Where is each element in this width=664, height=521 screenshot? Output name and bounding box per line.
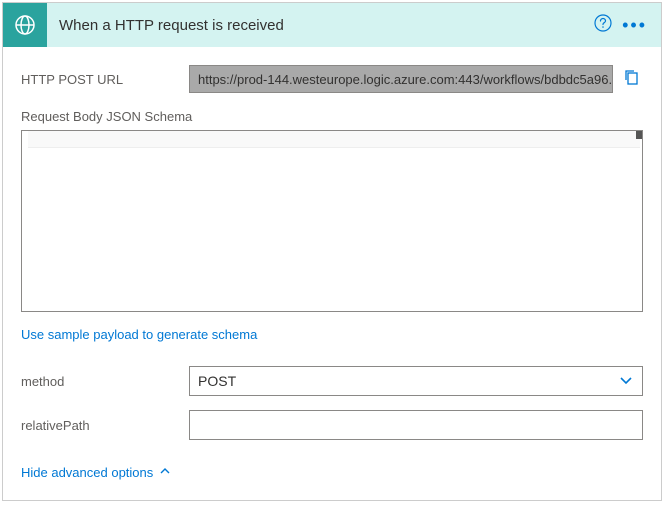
chevron-up-icon: [159, 465, 171, 480]
relativepath-input[interactable]: [189, 410, 643, 440]
url-label: HTTP POST URL: [21, 72, 189, 87]
request-body-schema-input[interactable]: [21, 130, 643, 312]
method-label: method: [21, 374, 189, 389]
http-trigger-icon: [3, 3, 47, 47]
copy-url-button[interactable]: [621, 66, 643, 93]
schema-label: Request Body JSON Schema: [21, 109, 643, 124]
method-value: POST: [198, 373, 236, 389]
help-icon[interactable]: [590, 10, 616, 41]
trigger-header: When a HTTP request is received •••: [3, 3, 661, 47]
chevron-down-icon: [618, 372, 634, 391]
method-select[interactable]: POST: [189, 366, 643, 396]
http-post-url-field: https://prod-144.westeurope.logic.azure.…: [189, 65, 613, 93]
advanced-label: Hide advanced options: [21, 465, 153, 480]
more-menu-icon[interactable]: •••: [620, 16, 649, 34]
sample-payload-link[interactable]: Use sample payload to generate schema: [21, 327, 257, 342]
hide-advanced-options-link[interactable]: Hide advanced options: [21, 465, 171, 480]
relativepath-label: relativePath: [21, 418, 189, 433]
trigger-title: When a HTTP request is received: [47, 17, 590, 34]
